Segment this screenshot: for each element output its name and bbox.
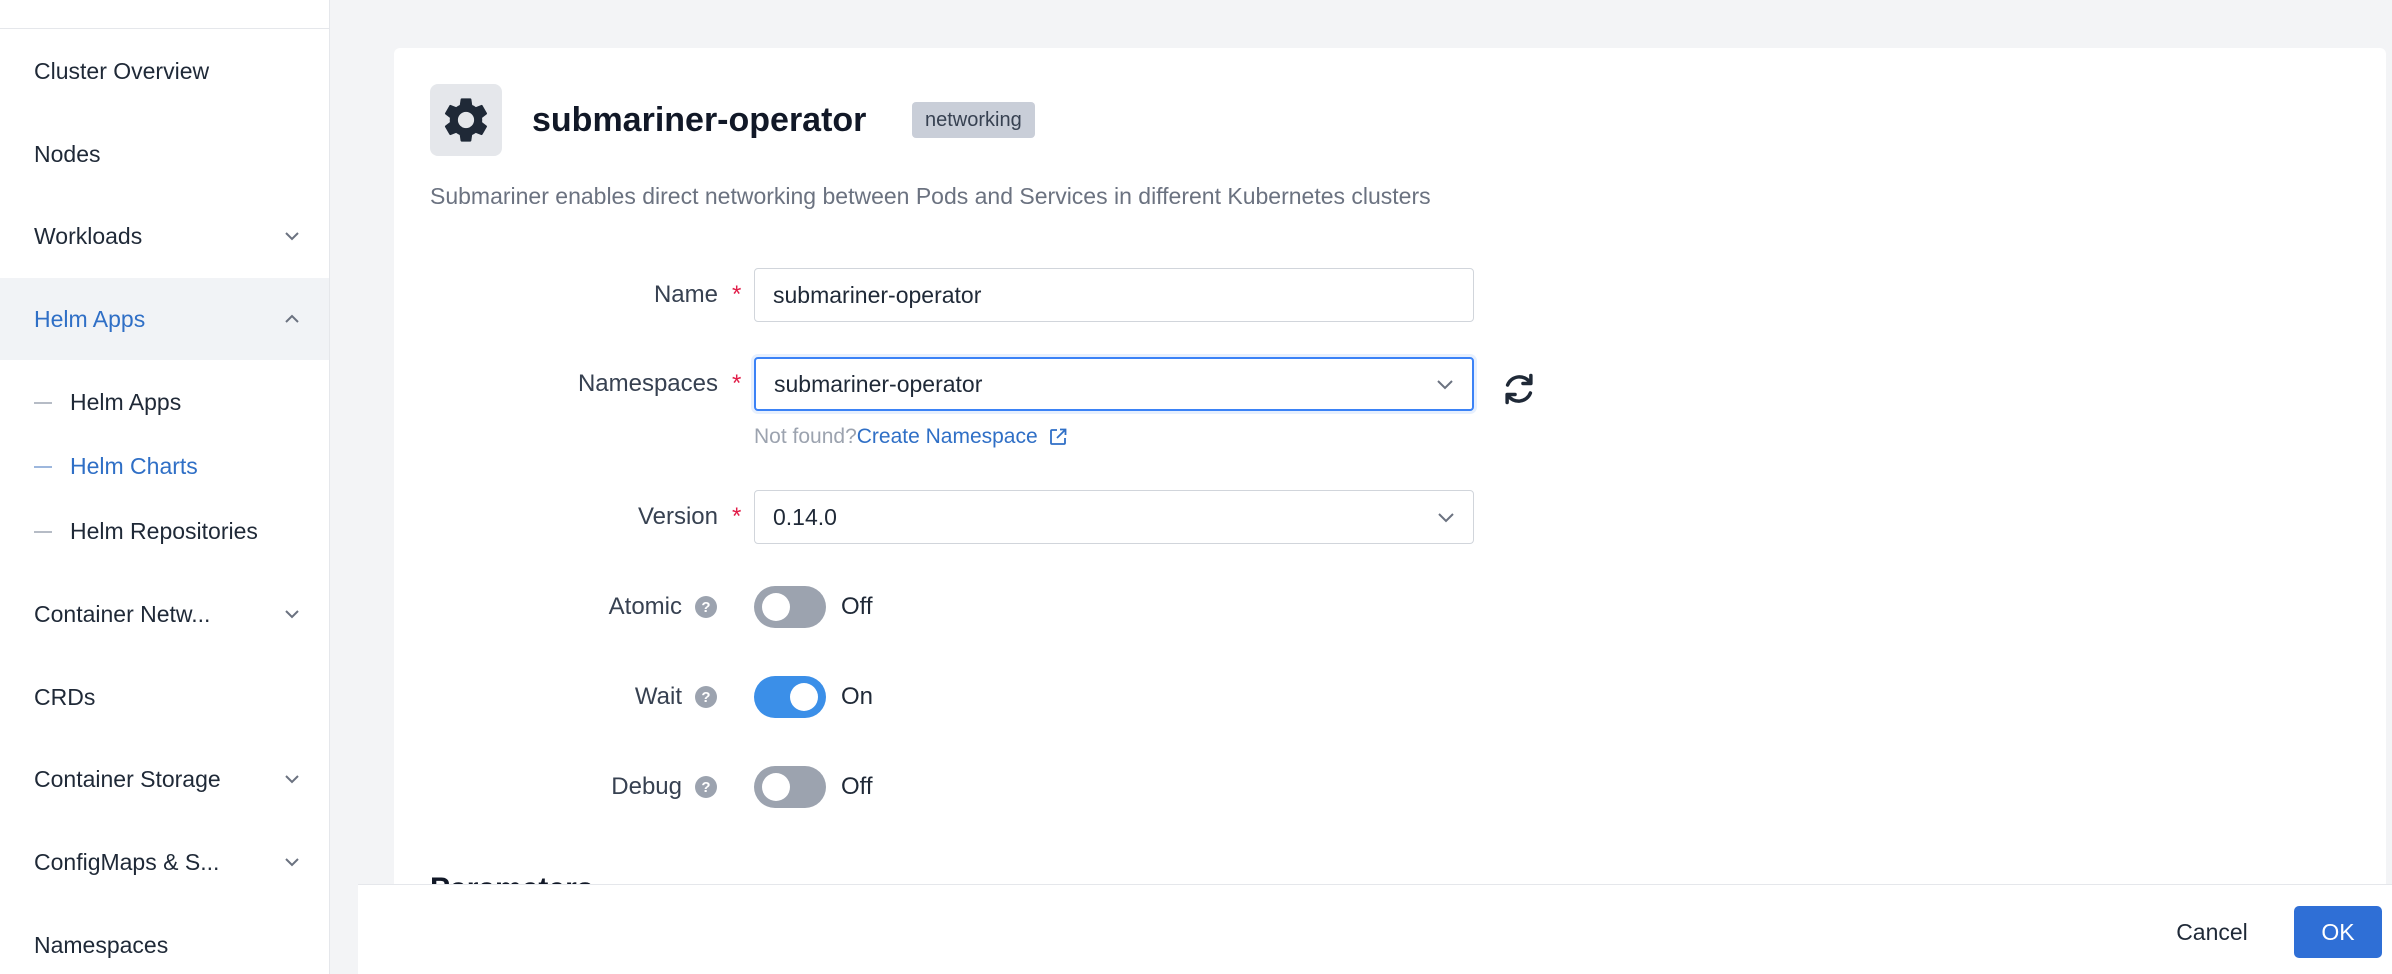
debug-label: Debug (611, 773, 682, 800)
app-description: Submariner enables direct networking bet… (430, 183, 1431, 209)
not-found-text: Not found? (754, 425, 857, 448)
category-tag: networking (912, 102, 1035, 138)
sidebar-item-crds[interactable]: CRDs (0, 656, 329, 738)
svg-text:?: ? (701, 779, 710, 796)
sidebar-item-label: Container Storage (34, 765, 221, 792)
namespace-hint: Not found? Create Namespace (754, 422, 1068, 452)
wait-label: Wait (634, 683, 682, 710)
sidebar: Cluster Overview Nodes Workloads Helm Ap… (0, 0, 330, 974)
toggle-knob (762, 773, 790, 801)
sidebar-item-label: Container Netw... (34, 600, 211, 627)
namespaces-label: Namespaces (577, 370, 718, 397)
svg-text:?: ? (701, 599, 710, 616)
cancel-button[interactable]: Cancel (2150, 906, 2274, 958)
sidebar-subitem-helm-apps[interactable]: Helm Apps (0, 370, 329, 434)
sidebar-item-configmaps[interactable]: ConfigMaps & S... (0, 821, 329, 903)
refresh-icon[interactable] (1500, 370, 1538, 408)
sidebar-item-workloads[interactable]: Workloads (0, 195, 329, 277)
create-namespace-link[interactable]: Create Namespace (857, 422, 1068, 452)
help-icon[interactable]: ? (694, 775, 718, 799)
parameters-section-heading: Parameters (430, 872, 630, 884)
name-label: Name (653, 281, 718, 308)
sidebar-item-container-network[interactable]: Container Netw... (0, 573, 329, 655)
debug-toggle[interactable] (754, 766, 826, 808)
toggle-knob (762, 593, 790, 621)
name-input-value: submariner-operator (773, 281, 982, 308)
name-input[interactable]: submariner-operator (754, 268, 1474, 322)
chevron-down-icon (1438, 513, 1454, 523)
sidebar-divider (0, 28, 329, 29)
sidebar-item-nodes[interactable]: Nodes (0, 113, 329, 195)
sidebar-subitem-helm-charts[interactable]: Helm Charts (0, 434, 329, 498)
version-label: Version (637, 503, 718, 530)
dialog-footer (358, 884, 2392, 974)
svg-text:?: ? (701, 689, 710, 706)
required-marker: * (732, 281, 742, 308)
external-link-icon (1049, 428, 1067, 445)
version-select[interactable]: 0.14.0 (754, 490, 1474, 544)
chevron-down-icon (1437, 380, 1453, 390)
sidebar-item-label: Cluster Overview (34, 57, 210, 84)
sidebar-item-cluster-overview[interactable]: Cluster Overview (0, 30, 329, 112)
sidebar-item-label: Nodes (34, 140, 101, 167)
atomic-state: Off (841, 593, 873, 620)
sidebar-item-namespaces[interactable]: Namespaces (0, 904, 329, 974)
debug-state: Off (841, 773, 873, 800)
wait-toggle[interactable] (754, 676, 826, 718)
chevron-up-icon (285, 314, 299, 323)
toggle-knob (790, 683, 818, 711)
sidebar-item-label: ConfigMaps & S... (34, 848, 220, 875)
help-icon[interactable]: ? (694, 595, 718, 619)
required-marker: * (732, 370, 742, 397)
app-title: submariner-operator (532, 101, 867, 139)
sidebar-item-container-storage[interactable]: Container Storage (0, 738, 329, 820)
ok-button[interactable]: OK (2294, 906, 2382, 958)
sidebar-item-helm-apps[interactable]: Helm Apps (0, 278, 329, 360)
create-namespace-label: Create Namespace (856, 425, 1038, 448)
namespaces-select[interactable]: submariner-operator (754, 357, 1474, 411)
sidebar-subitem-label: Helm Repositories (70, 517, 258, 544)
chevron-down-icon (285, 775, 299, 784)
sidebar-subitem-label: Helm Charts (70, 452, 198, 479)
sidebar-item-label: Namespaces (34, 931, 169, 958)
sidebar-item-label: Helm Apps (34, 305, 146, 332)
gear-icon (444, 98, 488, 142)
required-marker: * (732, 503, 742, 530)
dash-marker (34, 402, 52, 404)
chevron-down-icon (285, 232, 299, 241)
app-icon (430, 84, 502, 156)
dash-marker (34, 466, 52, 468)
chevron-down-icon (285, 858, 299, 867)
chevron-down-icon (285, 610, 299, 619)
atomic-toggle[interactable] (754, 586, 826, 628)
help-icon[interactable]: ? (694, 685, 718, 709)
wait-state: On (841, 683, 874, 710)
atomic-label: Atomic (608, 593, 682, 620)
debug-label-row: Debug ? (611, 760, 718, 814)
wait-label-row: Wait ? (635, 670, 718, 724)
sidebar-item-label: CRDs (34, 683, 96, 710)
sidebar-subitem-helm-repositories[interactable]: Helm Repositories (0, 499, 329, 563)
namespaces-select-value: submariner-operator (774, 370, 983, 397)
dash-marker (34, 531, 52, 533)
atomic-label-row: Atomic ? (609, 580, 718, 634)
version-select-value: 0.14.0 (773, 503, 837, 530)
sidebar-subitem-label: Helm Apps (70, 388, 182, 415)
sidebar-item-label: Workloads (34, 222, 143, 249)
